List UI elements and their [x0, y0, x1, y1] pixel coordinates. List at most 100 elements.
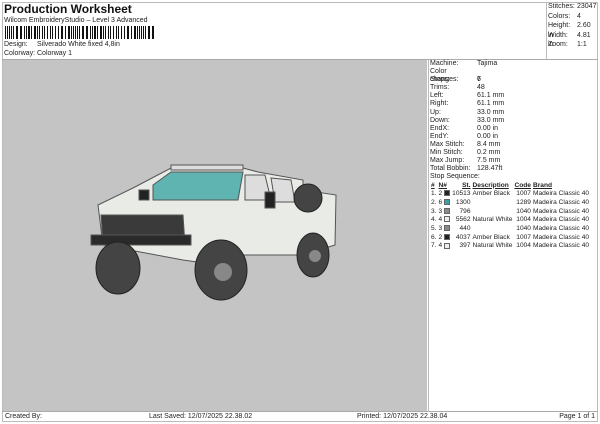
info-row: Trims: 48 — [429, 84, 598, 92]
stitch-count: 796 — [459, 207, 471, 215]
info-label: EndY: — [430, 132, 449, 140]
stop-sequence-label: Stop Sequence: — [430, 173, 480, 181]
brand: Madeira Classic 40 — [532, 224, 590, 232]
stitch-count: 440 — [459, 224, 471, 232]
info-label: Right: — [430, 100, 449, 108]
info-value: 0.00 in — [477, 124, 499, 132]
color-swatch — [443, 224, 451, 233]
stats-row: Height: 2.60 in — [547, 21, 598, 39]
page-title: Production Worksheet — [4, 2, 132, 16]
color-swatch — [443, 207, 451, 216]
description: Natural White — [472, 242, 513, 250]
table-row: 6. 2 4037 Amber Black 1007 Madeira Classic 40 — [430, 233, 590, 242]
stitch-count: 397 — [459, 242, 471, 250]
info-label: Machine: — [430, 60, 459, 67]
stats-label: Stitches: — [548, 3, 575, 10]
code: 1289 — [516, 198, 531, 206]
column-header: N# — [438, 181, 447, 189]
stitch-count: 10513 — [452, 190, 471, 198]
color-swatch — [443, 215, 451, 224]
stats-label: Height: — [548, 22, 571, 29]
info-value: 0.2 mm — [477, 149, 501, 157]
color-swatch — [443, 241, 451, 250]
info-row: Down: 33.0 mm — [429, 117, 598, 125]
brand: Madeira Classic 40 — [532, 242, 590, 250]
info-label: Down: — [430, 116, 450, 124]
stats-value: 1:1 — [577, 41, 587, 48]
stitch-count: 4037 — [455, 233, 471, 241]
design-label: Design: — [4, 41, 28, 48]
stitch-count: 5562 — [455, 216, 471, 224]
info-row: Left: 61.1 mm — [429, 92, 598, 100]
description: Amber Black — [472, 190, 510, 198]
truck-embroidery-image — [90, 164, 337, 301]
info-row: Up: 33.0 mm — [429, 109, 598, 117]
seq-index: 6. — [431, 233, 437, 241]
description: Natural White — [472, 216, 513, 224]
column-header: Description — [472, 181, 509, 189]
seq-index: 1. — [431, 190, 437, 198]
description — [472, 198, 514, 207]
info-value: 48 — [477, 84, 485, 92]
brand: Madeira Classic 40 — [532, 190, 590, 198]
info-value: 7 — [477, 76, 481, 84]
design-stats: Stitches: 23047 Colors: 4 Height: 2.60 in Widt… — [546, 2, 598, 59]
info-value: 61.1 mm — [477, 92, 505, 100]
column-header: # — [431, 181, 435, 189]
table-row: 4. 4 5562 Natural White 1004 Madeira Classic … — [430, 215, 590, 224]
software-name: Wilcom EmbroideryStudio – Level 3 Advanc… — [4, 17, 148, 24]
color-swatch — [443, 233, 451, 242]
info-row: Max Jump: 7.5 mm — [429, 157, 598, 165]
design-name: Silverado White fixed 4,8in — [37, 41, 120, 48]
stitch-count: 1300 — [455, 198, 471, 206]
code: 1007 — [516, 190, 531, 198]
seq-index: 4. — [431, 216, 437, 224]
colorway-row: Colorway: Colorway 1 — [4, 50, 72, 57]
info-panel: Machine: Tajima Color changes: 6 Stops: 7 Trim… — [428, 60, 598, 411]
seq-index: 3. — [431, 207, 437, 215]
description: Amber Black — [472, 233, 510, 241]
info-label: Total Bobbin: — [430, 165, 471, 173]
stats-label: Width: — [548, 31, 568, 39]
design-row: Design: Silverado White fixed 4,8in — [4, 41, 120, 48]
info-row: Right: 61.1 mm — [429, 100, 598, 108]
info-row: EndY: 0.00 in — [429, 133, 598, 141]
info-value: 33.0 mm — [477, 108, 505, 116]
info-label: Left: — [430, 92, 444, 100]
brand: Madeira Classic 40 — [532, 207, 590, 215]
info-row: Machine: Tajima — [429, 60, 598, 68]
created-by: Created By: — [5, 413, 42, 420]
table-row: 2. 6 1300 1289 Madeira Classic 40 — [430, 198, 590, 207]
info-label: EndX: — [430, 124, 450, 132]
stats-row: Width: 4.81 in — [547, 31, 598, 49]
table-row: 3. 3 796 1040 Madeira Classic 40 — [430, 207, 590, 216]
stats-row: Colors: 4 — [547, 12, 598, 22]
barcode — [5, 26, 209, 39]
code: 1040 — [516, 207, 531, 215]
page-number: Page 1 of 1 — [559, 413, 595, 420]
seq-index: 2. — [431, 198, 437, 206]
info-row: Max Stitch: 8.4 mm — [429, 141, 598, 149]
brand: Madeira Classic 40 — [532, 233, 590, 241]
info-label: Stops: — [430, 76, 450, 84]
footer: Created By: Last Saved: 12/07/2025 22.38… — [2, 411, 598, 422]
column-header: Code — [514, 181, 531, 189]
description — [472, 224, 514, 233]
info-value: Tajima — [477, 60, 498, 67]
stats-value: 4 — [577, 12, 581, 20]
last-saved: Last Saved: 12/07/2025 22.38.02 — [149, 413, 253, 420]
info-value: 61.1 mm — [477, 100, 505, 108]
table-row: 7. 4 397 Natural White 1004 Madeira Classic 4… — [430, 241, 590, 250]
info-row: Stops: 7 — [429, 76, 598, 84]
column-header: St. — [462, 181, 471, 189]
info-row: EndX: 0.00 in — [429, 125, 598, 133]
colorway-name: Colorway 1 — [37, 50, 73, 57]
color-swatch — [443, 198, 451, 207]
info-row: Color changes: 6 — [429, 68, 598, 83]
stats-label: Colors: — [548, 12, 571, 20]
info-row: Total Bobbin: 128.47ft — [429, 165, 598, 173]
info-value: 0.00 in — [477, 132, 499, 140]
seq-index: 5. — [431, 224, 437, 232]
stats-label: Zoom: — [548, 41, 568, 48]
code: 1004 — [516, 216, 531, 224]
